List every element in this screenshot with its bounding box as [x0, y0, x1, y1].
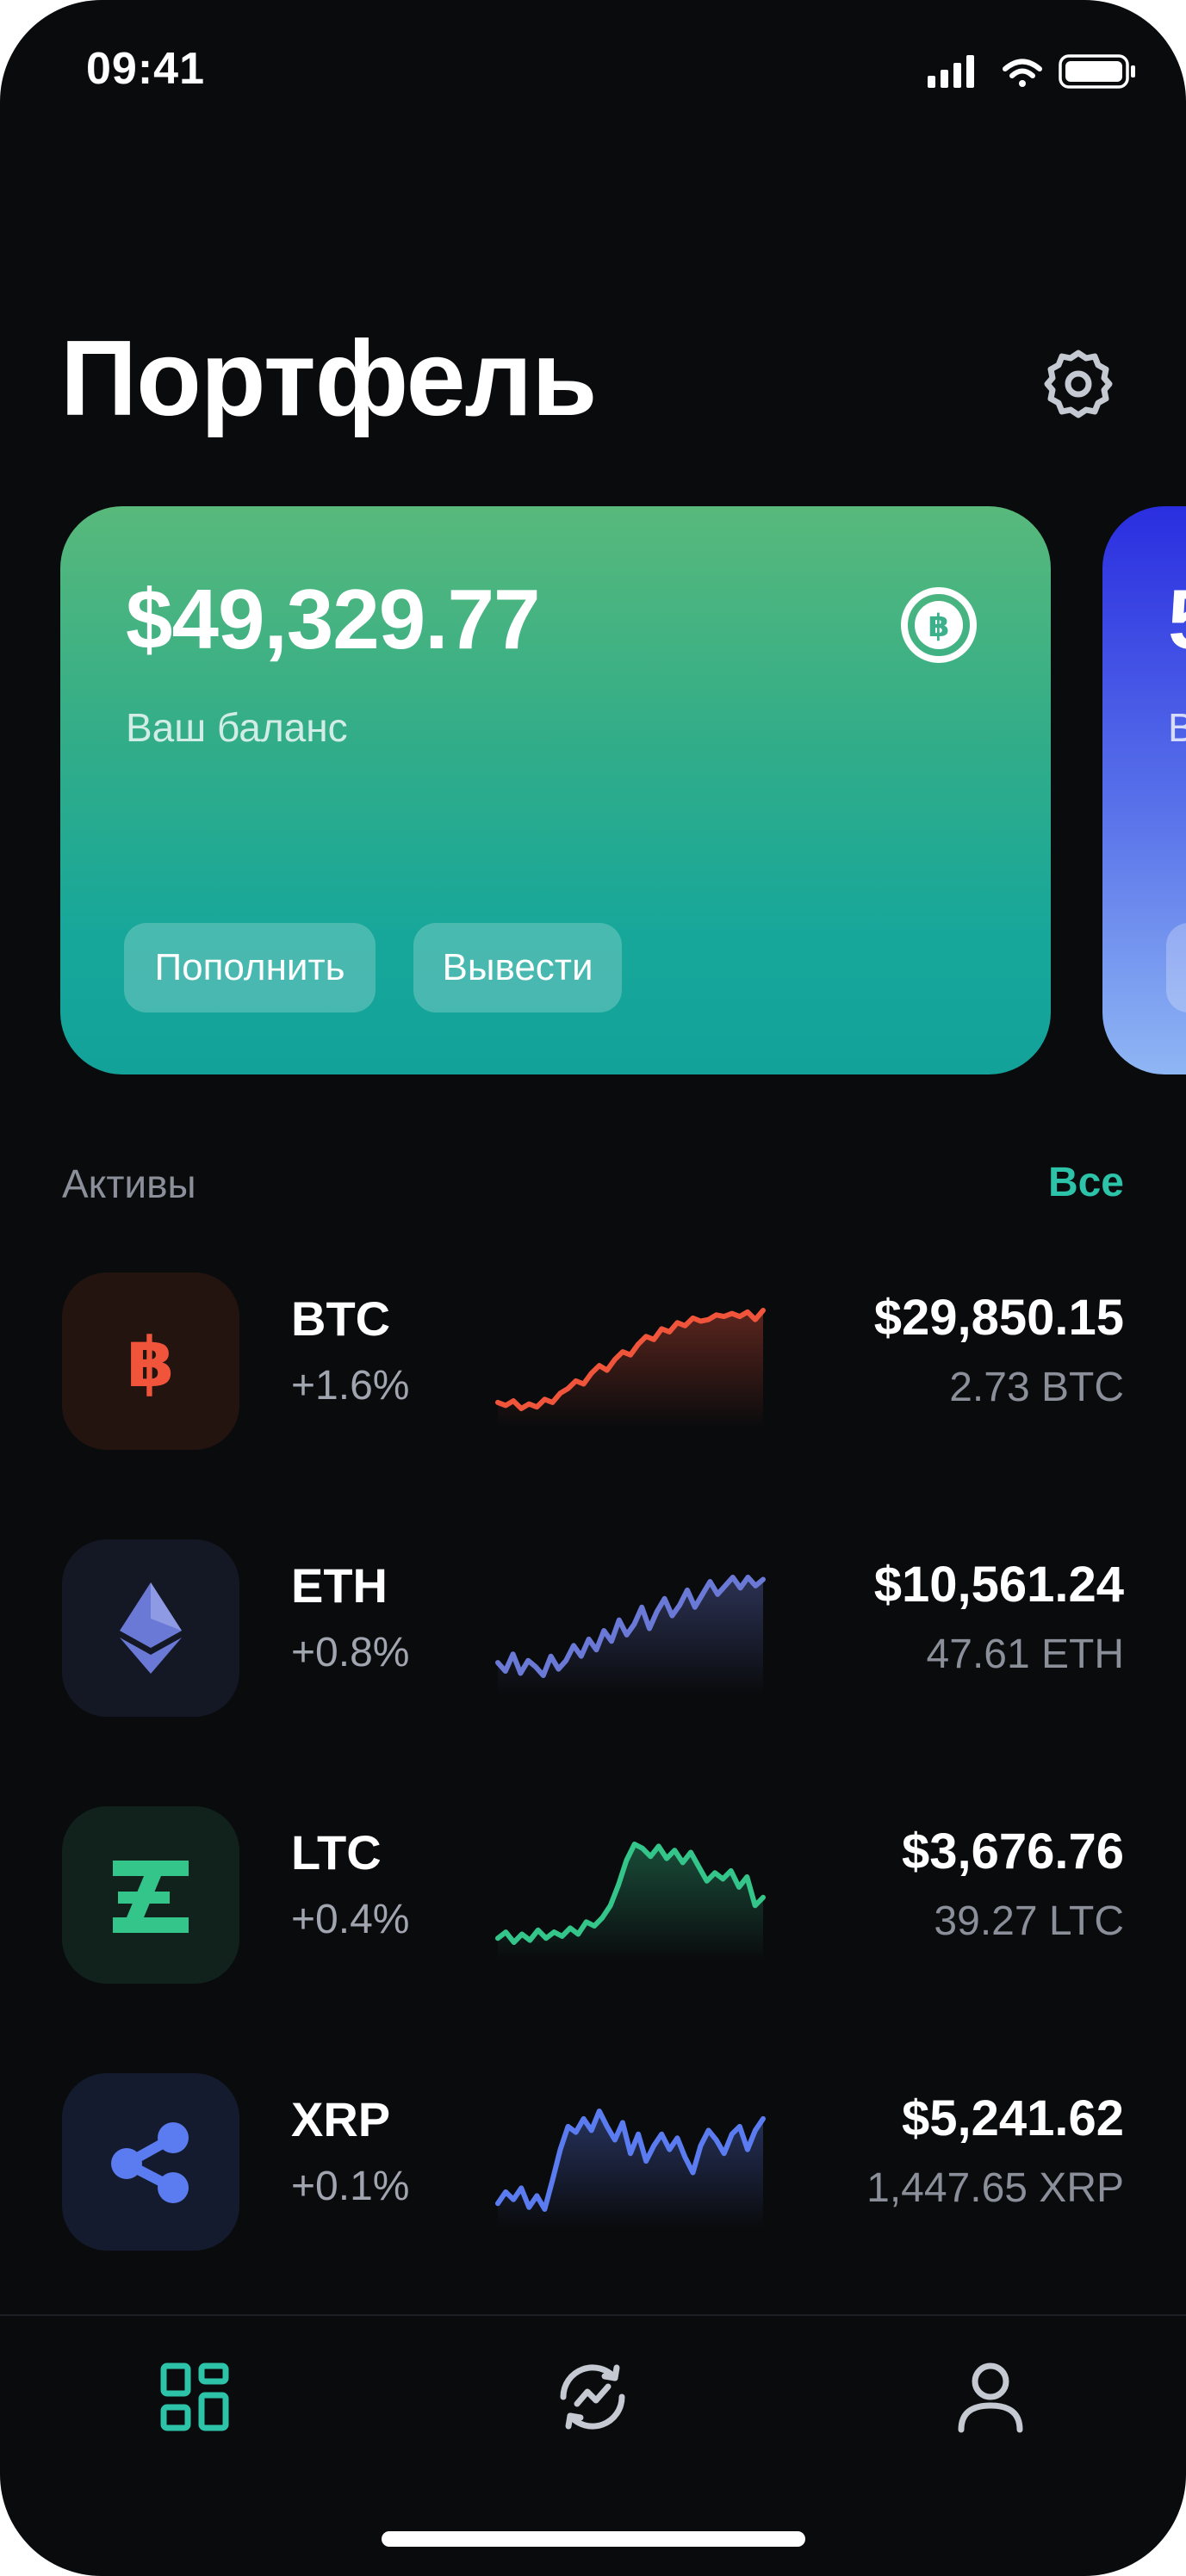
status-icons	[928, 54, 1135, 89]
ethereum-icon	[120, 1582, 182, 1674]
litecoin-icon	[113, 1861, 189, 1933]
asset-row-eth[interactable]: ETH +0.8% $10,561.24 47.61 ETH	[0, 1539, 1186, 1717]
status-time: 09:41	[86, 44, 205, 94]
asset-change: +0.4%	[291, 1897, 410, 1942]
secondary-card-button[interactable]	[1166, 923, 1186, 1012]
asset-symbol: LTC	[291, 1825, 382, 1879]
asset-change: +0.8%	[291, 1630, 410, 1675]
asset-icon-tile	[62, 1806, 239, 1984]
sparkline-area	[498, 1310, 763, 1427]
signal-icon	[928, 55, 974, 88]
svg-text:฿: ฿	[127, 1322, 175, 1400]
asset-symbol: BTC	[291, 1291, 391, 1346]
balance-label: Ваш баланс	[126, 705, 348, 750]
sparkline-area	[498, 2111, 763, 2228]
profile-icon	[958, 2362, 1023, 2433]
secondary-card[interactable]: 5 В	[1102, 506, 1186, 1074]
sparkline-area	[498, 1577, 763, 1694]
asset-value: $5,241.62	[901, 2090, 1124, 2146]
asset-row-btc[interactable]: ฿ BTC +1.6% $29,850.15 2.73 BTC	[0, 1273, 1186, 1450]
home-indicator	[382, 2531, 805, 2547]
asset-amount: 47.61 ETH	[926, 1632, 1124, 1677]
nav-dashboard-button[interactable]	[155, 2357, 234, 2437]
gear-icon	[1044, 350, 1113, 418]
asset-icon-tile	[62, 2073, 239, 2251]
asset-sparkline	[495, 1842, 766, 1961]
secondary-card-label: В	[1168, 705, 1186, 750]
bitcoin-icon: ฿	[127, 1322, 175, 1400]
asset-sparkline	[495, 1308, 766, 1427]
asset-value: $3,676.76	[901, 1824, 1124, 1879]
asset-change: +1.6%	[291, 1363, 410, 1409]
asset-icon-tile	[62, 1539, 239, 1717]
asset-amount: 2.73 BTC	[949, 1365, 1124, 1410]
asset-value: $10,561.24	[873, 1557, 1124, 1613]
asset-amount: 1,447.65 XRP	[866, 2165, 1124, 2211]
asset-sparkline	[495, 1575, 766, 1694]
sparkline-area	[498, 1844, 763, 1961]
exchange-chart-icon	[560, 2364, 625, 2430]
nav-divider	[0, 2314, 1186, 2316]
svg-text:฿: ฿	[928, 609, 949, 644]
asset-symbol: ETH	[291, 1558, 388, 1613]
bitcoin-circle-icon: ฿	[901, 587, 977, 663]
page-title: Портфель	[60, 319, 598, 438]
dashboard-grid-icon	[160, 2362, 229, 2431]
assets-label: Активы	[62, 1161, 196, 1206]
app-screen: 09:41 Портфель $49,329.77 Ваш баланс ฿ П…	[0, 0, 1186, 2576]
balance-card[interactable]: $49,329.77 Ваш баланс ฿ Пополнить Вывест…	[60, 506, 1051, 1074]
asset-row-xrp[interactable]: XRP +0.1% $5,241.62 1,447.65 XRP	[0, 2073, 1186, 2251]
balance-amount: $49,329.77	[126, 572, 540, 666]
secondary-card-amount: 5	[1168, 577, 1186, 661]
see-all-link[interactable]: Все	[1048, 1159, 1124, 1206]
wifi-icon	[1003, 59, 1042, 87]
asset-amount: 39.27 LTC	[934, 1898, 1124, 1944]
asset-sparkline	[495, 2108, 766, 2228]
battery-icon	[1059, 54, 1135, 89]
asset-symbol: XRP	[291, 2092, 391, 2146]
withdraw-button[interactable]: Вывести	[413, 923, 622, 1012]
deposit-button[interactable]: Пополнить	[124, 923, 376, 1012]
nav-exchange-button[interactable]	[553, 2357, 632, 2437]
asset-value: $29,850.15	[873, 1290, 1124, 1346]
settings-button[interactable]	[1040, 346, 1116, 422]
asset-icon-tile: ฿	[62, 1273, 239, 1450]
ripple-icon	[111, 2122, 189, 2203]
nav-profile-button[interactable]	[951, 2357, 1030, 2437]
asset-row-ltc[interactable]: LTC +0.4% $3,676.76 39.27 LTC	[0, 1806, 1186, 1984]
asset-change: +0.1%	[291, 2164, 410, 2209]
